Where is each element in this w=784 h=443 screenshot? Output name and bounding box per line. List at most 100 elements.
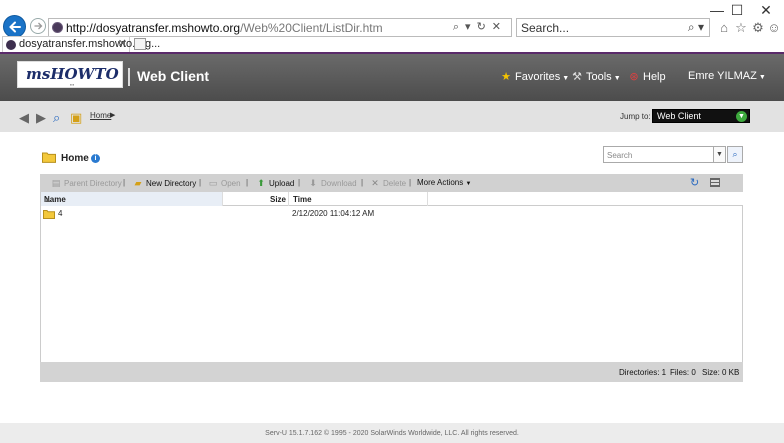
jump-to-select[interactable]: Web Client ▼ (652, 109, 750, 123)
download-arrow-icon: ⬇ (309, 178, 317, 188)
open-button[interactable]: ▭ Open (207, 178, 241, 189)
table-row[interactable]: 4 2/12/2020 11:04:12 AM (41, 207, 743, 220)
jump-to-value: Web Client (657, 111, 701, 121)
status-files: Files: 0 (670, 368, 696, 377)
forward-arrow-icon[interactable]: ▶ (36, 110, 46, 126)
arrow-right-icon (34, 22, 43, 30)
folder-sync-icon[interactable]: ▣ (70, 110, 82, 126)
info-icon[interactable]: i (91, 154, 100, 163)
folder-icon (43, 210, 55, 219)
more-actions-button[interactable]: More Actions ▼ (417, 178, 471, 187)
smiley-icon[interactable]: ☺ (766, 20, 782, 35)
browser-search-placeholder: Search... (521, 21, 570, 35)
forward-button[interactable] (30, 18, 46, 34)
browser-search-box[interactable]: Search... ⌕ ▾ (516, 18, 710, 37)
logo-text: msHOWTO (26, 65, 119, 83)
upload-button[interactable]: ⬆ Upload (255, 178, 294, 189)
app-title: Web Client (137, 68, 210, 84)
sort-ascending-icon: ▲ (44, 195, 52, 204)
lifebuoy-icon: ⊛ (629, 71, 639, 83)
address-url[interactable]: http://dosyatransfer.mshowto.org/Web%20C… (66, 21, 383, 35)
chevron-down-icon[interactable]: ▼ (736, 111, 747, 122)
delete-button[interactable]: ✕ Delete (369, 178, 406, 189)
status-bar: Directories: 1 Files: 0 Size: 0 KB (40, 362, 743, 382)
breadcrumb-home[interactable]: Home (90, 111, 111, 120)
browser-tab[interactable]: dosyatransfer.mshowto.org... ✕ (2, 36, 160, 52)
jump-to-label: Jump to: (620, 112, 651, 121)
toolbar-separator: | (298, 178, 301, 187)
window-close-button[interactable]: ✕ (756, 2, 776, 19)
file-list: Name ▲ Size Time 4 2/12/2020 11:04:12 AM (40, 192, 743, 362)
maximize-button[interactable]: ☐ (727, 2, 747, 19)
tools-icon: ⚒ (572, 71, 582, 83)
chevron-down-icon: ▼ (613, 75, 621, 82)
chevron-down-icon: ▼ (562, 75, 570, 82)
new-tab-button[interactable] (134, 38, 146, 50)
file-toolbar: ▤ Parent Directory | ▰ New Directory | ▭ Op… (40, 174, 743, 192)
help-menu[interactable]: ⊛ Help (628, 70, 665, 83)
tab-strip: dosyatransfer.mshowto.org... ✕ (0, 36, 784, 52)
refresh-icon[interactable]: ↻ (477, 21, 492, 33)
title-divider (128, 68, 130, 86)
back-arrow-icon[interactable]: ◀ (19, 110, 29, 126)
tab-favicon-icon (6, 40, 16, 50)
search-button[interactable]: ⌕ (727, 146, 743, 163)
address-tools: ⌕▾↻✕ (453, 20, 507, 34)
home-icon[interactable]: ⌂ (716, 20, 732, 35)
new-directory-button[interactable]: ▰ New Directory (132, 178, 197, 189)
toolbar-separator: | (409, 178, 412, 187)
site-favicon-icon (52, 22, 63, 33)
upload-arrow-icon: ⬆ (257, 178, 265, 188)
search-icon[interactable]: ⌕ (53, 110, 60, 126)
user-menu[interactable]: Emre YILMAZ ▼ (688, 70, 766, 82)
logo-sub-mark: ▪▪▪ (70, 82, 75, 87)
download-button[interactable]: ⬇ Download (307, 178, 356, 189)
folder-title: Home (61, 153, 89, 164)
search-options-dropdown[interactable]: ▼ (713, 146, 726, 163)
new-folder-icon: ▰ (134, 178, 142, 188)
tab-close-icon[interactable]: ✕ (118, 37, 127, 50)
favorites-menu[interactable]: ★ Favorites ▼ (500, 70, 569, 83)
delete-x-icon: ✕ (371, 178, 379, 188)
minimize-button[interactable]: — (707, 2, 727, 18)
browser-toolbar: http://dosyatransfer.mshowto.org/Web%20C… (0, 0, 784, 38)
search-icon[interactable]: ⌕ ▾ (688, 20, 704, 35)
tools-menu[interactable]: ⚒ Tools ▼ (571, 70, 621, 83)
status-directories: Directories: 1 (619, 368, 667, 377)
chevron-down-icon: ▼ (465, 181, 472, 187)
toolbar-separator: | (123, 178, 126, 187)
footer: Serv-U 15.1.7.162 © 1995 - 2020 SolarWin… (0, 423, 784, 443)
open-folder-icon: ▭ (208, 178, 218, 188)
toolbar-separator: | (246, 178, 249, 187)
folder-search-input[interactable] (607, 148, 712, 163)
folder-up-icon: ▤ (51, 178, 61, 188)
folder-icon (42, 152, 56, 163)
row-name[interactable]: 4 (58, 209, 62, 218)
parent-directory-button[interactable]: ▤ Parent Directory (50, 178, 122, 189)
status-size: Size: 0 KB (702, 368, 740, 377)
app-header: msHOWTO ▪▪▪ Web Client ★ Favorites ▼ ⚒ Tool… (0, 54, 784, 101)
logo[interactable]: msHOWTO ▪▪▪ (17, 61, 123, 88)
search-dropdown-icon[interactable]: ⌕▾ (453, 21, 477, 33)
close-icon[interactable]: ✕ (492, 21, 507, 33)
star-icon[interactable]: ☆ (733, 20, 749, 36)
location-bar: ◀ ▶ ⌕ ▣ Home ▶ Jump to: Web Client ▼ (0, 101, 784, 132)
column-header-size[interactable]: Size (224, 192, 289, 206)
chevron-down-icon: ▼ (758, 74, 766, 81)
star-icon: ★ (501, 71, 511, 83)
row-time: 2/12/2020 11:04:12 AM (292, 209, 375, 218)
search-icon: ⌕ (732, 149, 738, 159)
gear-icon[interactable]: ⚙ (750, 20, 766, 36)
address-bar[interactable]: http://dosyatransfer.mshowto.org/Web%20C… (48, 18, 512, 37)
table-header: Name ▲ Size Time (41, 192, 743, 206)
column-header-name[interactable]: Name ▲ (41, 192, 223, 206)
refresh-icon[interactable]: ↻ (690, 176, 699, 189)
copyright-text: Serv-U 15.1.7.162 © 1995 - 2020 SolarWin… (265, 430, 519, 437)
view-toggle-icon[interactable] (710, 178, 720, 187)
folder-search-field[interactable] (603, 146, 714, 163)
breadcrumb-arrow-icon: ▶ (110, 112, 116, 119)
back-button[interactable] (3, 15, 26, 38)
toolbar-separator: | (199, 178, 202, 187)
arrow-left-icon (9, 21, 21, 33)
column-header-time[interactable]: Time (290, 192, 428, 206)
